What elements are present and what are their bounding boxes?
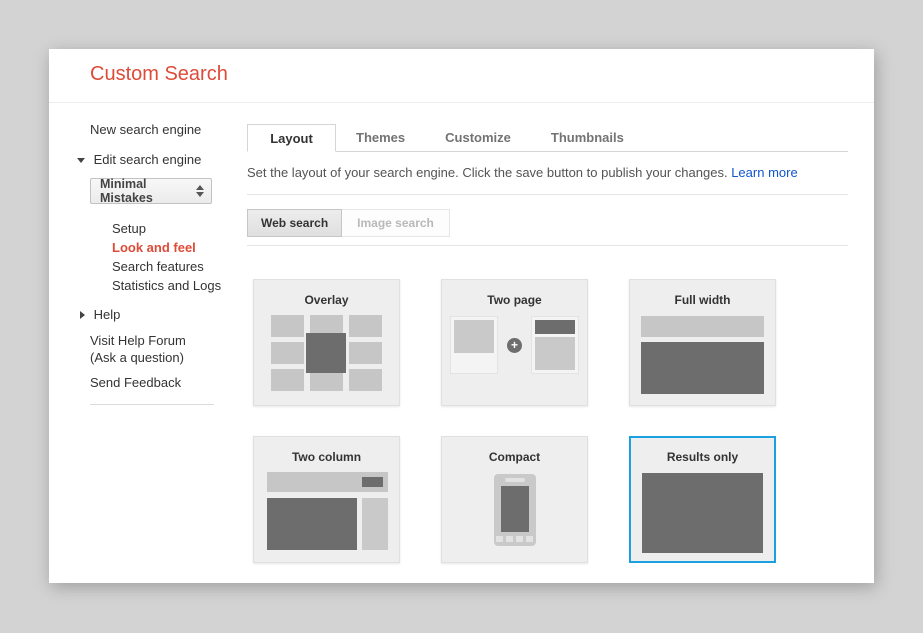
layout-option-two-column[interactable]: Two column xyxy=(253,436,400,563)
layout-option-results-only[interactable]: Results only xyxy=(629,436,776,563)
sidebar-item-label: Edit search engine xyxy=(94,152,202,167)
help-forum-line1: Visit Help Forum xyxy=(90,332,247,349)
layout-option-title: Compact xyxy=(442,450,587,464)
compact-phone-thumbnail xyxy=(494,474,536,546)
overlay-thumbnail xyxy=(271,315,382,391)
tab-bar: Layout Themes Customize Thumbnails xyxy=(247,124,848,152)
phone-speaker xyxy=(505,478,525,482)
sidebar-item-look-and-feel[interactable]: Look and feel xyxy=(112,238,247,257)
phone-screen xyxy=(501,486,529,532)
layout-option-title: Overlay xyxy=(254,293,399,307)
phone-buttons xyxy=(494,536,536,542)
web-search-toggle[interactable]: Web search xyxy=(247,209,342,237)
layout-option-compact[interactable]: Compact xyxy=(441,436,588,563)
full-width-thumbnail xyxy=(641,316,764,394)
help-forum-line2: (Ask a question) xyxy=(90,349,247,366)
layout-option-title: Full width xyxy=(630,293,775,307)
custom-search-panel: Custom Search New search engine Edit sea… xyxy=(49,49,874,583)
search-type-toggle: Web search Image search xyxy=(247,209,848,237)
sidebar-item-label: Help xyxy=(94,307,121,322)
engine-section-nav: Setup Look and feel Search features Stat… xyxy=(112,219,247,295)
layout-option-title: Two column xyxy=(254,450,399,464)
page-title: Custom Search xyxy=(49,49,874,86)
sidebar-item-search-features[interactable]: Search features xyxy=(112,257,247,276)
sidebar-item-setup[interactable]: Setup xyxy=(112,219,247,238)
overlay-popup-rect xyxy=(306,333,346,373)
results-only-thumbnail xyxy=(642,473,763,553)
sidebar-divider xyxy=(90,404,214,405)
select-arrows-icon xyxy=(196,185,204,197)
sidebar-item-help[interactable]: Help xyxy=(90,307,247,323)
sidebar-item-new-search-engine[interactable]: New search engine xyxy=(90,122,247,138)
layout-options-grid: Overlay Two page + xyxy=(253,279,848,563)
page-rect xyxy=(450,316,498,374)
tab-themes[interactable]: Themes xyxy=(336,124,425,151)
tab-layout[interactable]: Layout xyxy=(247,124,336,152)
sidebar-item-send-feedback[interactable]: Send Feedback xyxy=(90,375,247,391)
layout-option-two-page[interactable]: Two page + xyxy=(441,279,588,406)
plus-icon: + xyxy=(507,338,522,353)
panel-header: Custom Search xyxy=(49,49,874,103)
tab-customize[interactable]: Customize xyxy=(425,124,531,151)
tab-thumbnails[interactable]: Thumbnails xyxy=(531,124,644,151)
sidebar-item-edit-search-engine[interactable]: Edit search engine xyxy=(90,152,247,168)
engine-select-value: Minimal Mistakes xyxy=(100,177,196,205)
caret-down-icon xyxy=(77,158,85,163)
description-text: Set the layout of your search engine. Cl… xyxy=(247,165,728,180)
main-content: Layout Themes Customize Thumbnails Set t… xyxy=(247,103,874,563)
engine-select[interactable]: Minimal Mistakes xyxy=(90,178,212,204)
two-page-thumbnail: + xyxy=(442,316,587,374)
layout-description: Set the layout of your search engine. Cl… xyxy=(247,164,848,181)
learn-more-link[interactable]: Learn more xyxy=(731,165,797,180)
layout-option-title: Results only xyxy=(631,450,774,464)
divider xyxy=(247,194,848,195)
page-background: Custom Search New search engine Edit sea… xyxy=(0,0,923,633)
layout-option-full-width[interactable]: Full width xyxy=(629,279,776,406)
sidebar-item-help-forum[interactable]: Visit Help Forum (Ask a question) xyxy=(90,332,247,366)
divider xyxy=(247,245,848,246)
page-rect xyxy=(531,316,579,374)
layout-option-overlay[interactable]: Overlay xyxy=(253,279,400,406)
image-search-toggle[interactable]: Image search xyxy=(342,209,450,237)
sidebar: New search engine Edit search engine Min… xyxy=(49,103,247,563)
layout-option-title: Two page xyxy=(442,293,587,307)
sidebar-item-statistics-and-logs[interactable]: Statistics and Logs xyxy=(112,276,247,295)
caret-right-icon xyxy=(80,311,85,319)
two-column-thumbnail xyxy=(267,472,388,550)
